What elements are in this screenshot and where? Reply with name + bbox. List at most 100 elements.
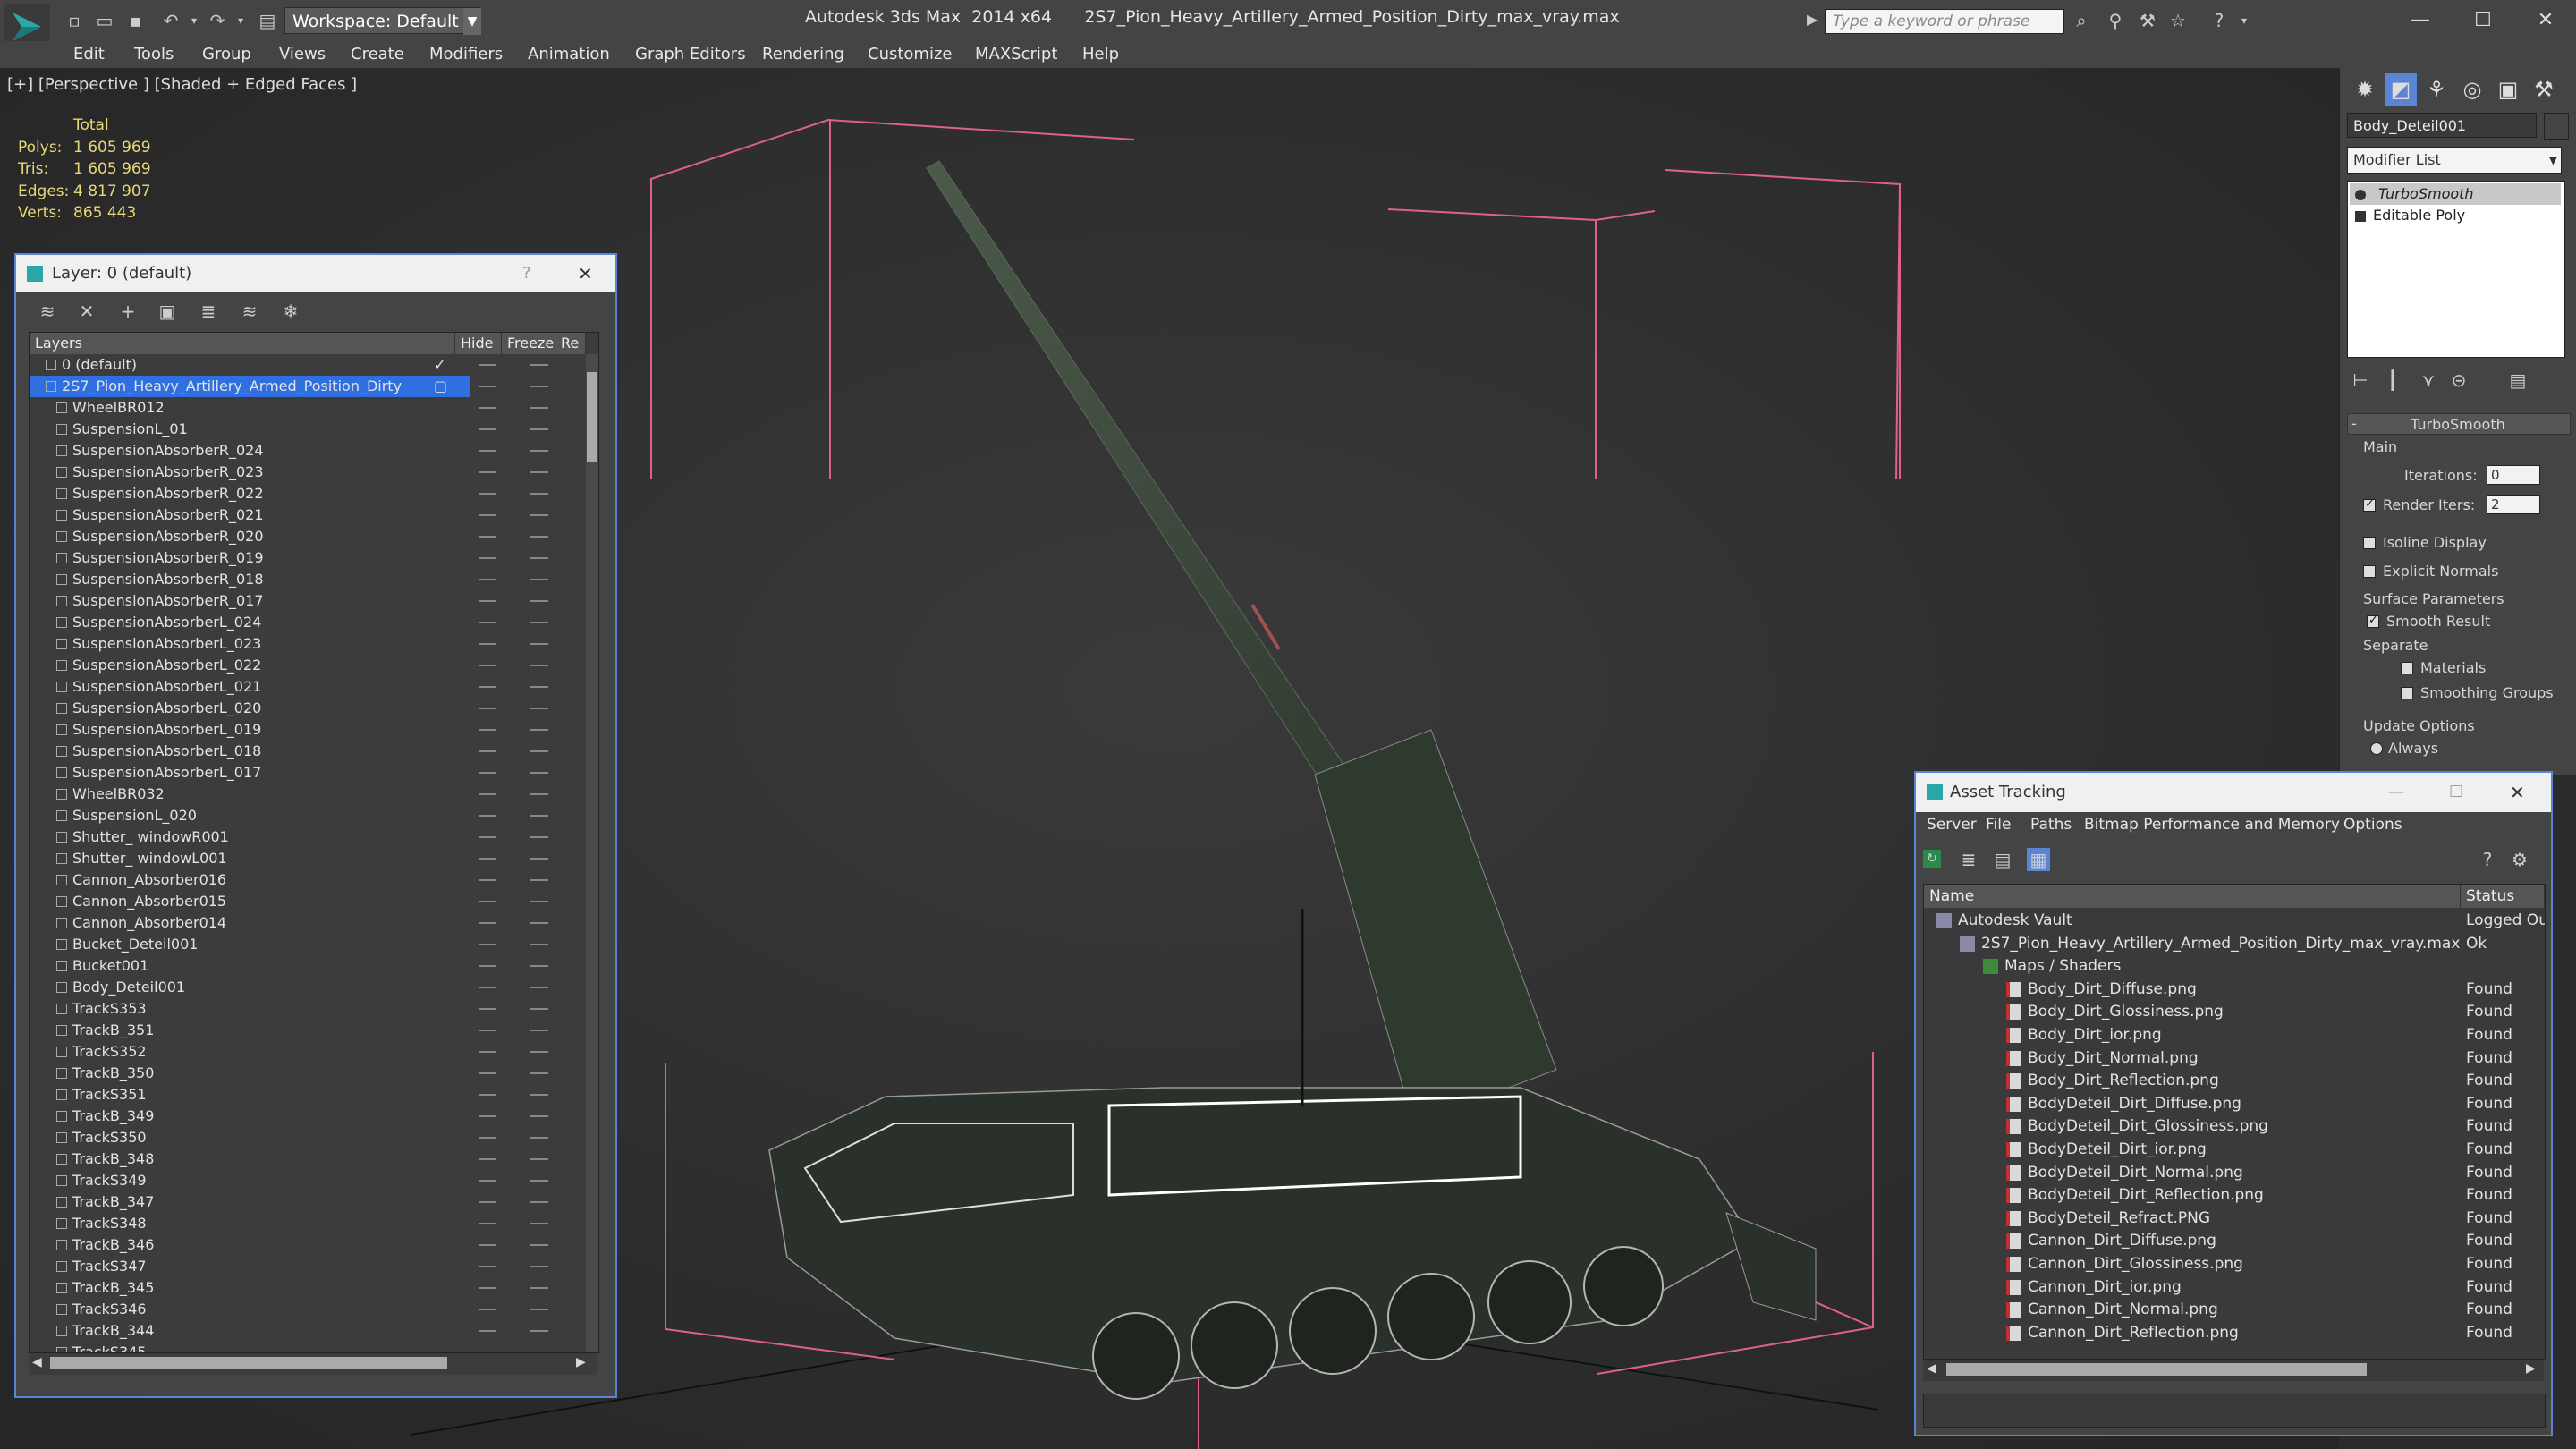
current-layer-toggle-icon[interactable]: ▢ bbox=[434, 376, 447, 397]
scroll-thumb[interactable] bbox=[1946, 1363, 2367, 1376]
search-input[interactable]: Type a keyword or phrase bbox=[1825, 9, 2064, 34]
freeze-toggle[interactable] bbox=[530, 772, 548, 774]
freeze-toggle[interactable] bbox=[530, 944, 548, 945]
hide-toggle[interactable] bbox=[479, 708, 496, 709]
layer-row[interactable]: SuspensionL_020 bbox=[30, 805, 566, 826]
asset-menu-paths[interactable]: Paths bbox=[2030, 816, 2072, 834]
freeze-toggle[interactable] bbox=[530, 1094, 548, 1096]
freeze-toggle[interactable] bbox=[530, 386, 548, 387]
freeze-toggle[interactable] bbox=[530, 600, 548, 602]
hide-toggle[interactable] bbox=[479, 772, 496, 774]
freeze-toggle[interactable] bbox=[530, 1223, 548, 1224]
freeze-toggle[interactable] bbox=[530, 901, 548, 902]
table-view-icon[interactable]: ▦ bbox=[2027, 848, 2050, 871]
hide-toggle[interactable] bbox=[479, 901, 496, 902]
freeze-toggle[interactable] bbox=[530, 1072, 548, 1074]
hide-toggle[interactable] bbox=[479, 493, 496, 495]
undo-dropdown-icon[interactable]: ▾ bbox=[184, 11, 204, 30]
hierarchy-tab-icon[interactable]: ⚘ bbox=[2420, 73, 2453, 106]
close-icon[interactable]: ✕ bbox=[578, 255, 593, 292]
menu-help[interactable]: Help bbox=[1082, 41, 1119, 68]
freeze-toggle[interactable] bbox=[530, 1115, 548, 1117]
menu-maxscript[interactable]: MAXScript bbox=[975, 41, 1057, 68]
asset-row[interactable]: BodyDeteil_Dirt_Diffuse.png Found bbox=[1924, 1093, 2545, 1116]
smoothing-groups-checkbox[interactable] bbox=[2401, 687, 2413, 699]
freeze-toggle[interactable] bbox=[530, 1180, 548, 1182]
favorites-icon[interactable]: ☆ bbox=[2168, 11, 2188, 30]
hide-toggle[interactable] bbox=[479, 922, 496, 924]
hide-toggle[interactable] bbox=[479, 729, 496, 731]
hide-toggle[interactable] bbox=[479, 450, 496, 452]
asset-row[interactable]: BodyDeteil_Dirt_Normal.png Found bbox=[1924, 1162, 2545, 1185]
menu-views[interactable]: Views bbox=[279, 41, 326, 68]
layer-row[interactable]: SuspensionAbsorberR_018 bbox=[30, 569, 566, 590]
layer-row[interactable]: SuspensionAbsorberR_019 bbox=[30, 547, 566, 569]
freeze-toggle[interactable] bbox=[530, 514, 548, 516]
close-icon[interactable]: ✕ bbox=[2510, 773, 2525, 812]
layer-row[interactable]: Bucket_Deteil001 bbox=[30, 934, 566, 955]
freeze-toggle[interactable] bbox=[530, 1244, 548, 1246]
freeze-toggle[interactable] bbox=[530, 1309, 548, 1310]
select-objects-icon[interactable]: ▣ bbox=[156, 300, 179, 323]
asset-row[interactable]: Cannon_Dirt_Glossiness.png Found bbox=[1924, 1253, 2545, 1276]
show-end-result-icon[interactable]: ┃ bbox=[2379, 367, 2406, 394]
layer-row[interactable]: TrackS345 bbox=[30, 1342, 566, 1352]
hide-toggle[interactable] bbox=[479, 1330, 496, 1332]
hide-toggle[interactable] bbox=[479, 1051, 496, 1053]
asset-menu-options[interactable]: Options bbox=[2343, 816, 2402, 834]
freeze-toggle[interactable] bbox=[530, 1158, 548, 1160]
freeze-toggle[interactable] bbox=[530, 836, 548, 838]
hide-toggle[interactable] bbox=[479, 579, 496, 580]
bulb-icon[interactable] bbox=[2355, 189, 2366, 200]
menu-create[interactable]: Create bbox=[351, 41, 404, 68]
help-button[interactable]: ? bbox=[522, 255, 531, 292]
column-current[interactable] bbox=[428, 333, 455, 354]
hide-toggle[interactable] bbox=[479, 407, 496, 409]
freeze-toggle[interactable] bbox=[530, 879, 548, 881]
freeze-toggle[interactable] bbox=[530, 987, 548, 988]
create-tab-icon[interactable]: ✹ bbox=[2349, 73, 2381, 106]
layer-row[interactable]: TrackB_351 bbox=[30, 1020, 566, 1041]
modifier-stack[interactable]: TurboSmooth Editable Poly bbox=[2347, 181, 2565, 358]
layer-vertical-scrollbar[interactable] bbox=[586, 354, 598, 1352]
asset-row[interactable]: Body_Dirt_ior.png Found bbox=[1924, 1024, 2545, 1047]
explicit-normals-checkbox[interactable] bbox=[2363, 565, 2376, 578]
chevron-down-icon[interactable]: ▼ bbox=[463, 8, 481, 35]
asset-menu-file[interactable]: File bbox=[1986, 816, 2011, 834]
freeze-toggle[interactable] bbox=[530, 750, 548, 752]
freeze-toggle[interactable] bbox=[530, 450, 548, 452]
hide-toggle[interactable] bbox=[479, 1030, 496, 1031]
layer-row[interactable]: SuspensionAbsorberL_020 bbox=[30, 698, 566, 719]
freeze-toggle[interactable] bbox=[530, 858, 548, 860]
freeze-toggle[interactable] bbox=[530, 965, 548, 967]
binoculars-icon[interactable]: ⌕ bbox=[2072, 11, 2091, 30]
freeze-toggle[interactable] bbox=[530, 1030, 548, 1031]
menu-tools[interactable]: Tools bbox=[134, 41, 174, 68]
iterations-spinner[interactable]: 0 bbox=[2487, 465, 2540, 485]
asset-row[interactable]: Cannon_Dirt_ior.png Found bbox=[1924, 1276, 2545, 1300]
menu-edit[interactable]: Edit bbox=[73, 41, 105, 68]
redo-dropdown-icon[interactable]: ▾ bbox=[231, 11, 250, 30]
asset-menu-bitmap-performance[interactable]: Bitmap Performance and Memory bbox=[2084, 816, 2340, 834]
make-unique-icon[interactable]: ⋎ bbox=[2415, 367, 2442, 394]
hide-toggle[interactable] bbox=[479, 879, 496, 881]
freeze-toggle[interactable] bbox=[530, 493, 548, 495]
asset-row[interactable]: BodyDeteil_Dirt_Glossiness.png Found bbox=[1924, 1115, 2545, 1139]
object-name-field[interactable]: Body_Deteil001 bbox=[2347, 113, 2537, 138]
render-iters-checkbox[interactable]: ✓ bbox=[2363, 497, 2376, 512]
hide-toggle[interactable] bbox=[479, 987, 496, 988]
modify-tab-icon[interactable]: ◩ bbox=[2385, 73, 2417, 106]
menu-rendering[interactable]: Rendering bbox=[762, 41, 844, 68]
smooth-result-checkbox[interactable]: ✓ bbox=[2367, 614, 2379, 628]
delete-layer-icon[interactable]: ✕ bbox=[75, 300, 98, 323]
help-icon[interactable]: ? bbox=[2209, 11, 2229, 30]
asset-row[interactable]: Cannon_Dirt_Normal.png Found bbox=[1924, 1299, 2545, 1322]
asset-row[interactable]: Body_Dirt_Glossiness.png Found bbox=[1924, 1001, 2545, 1024]
menu-animation[interactable]: Animation bbox=[528, 41, 610, 68]
hide-toggle[interactable] bbox=[479, 1008, 496, 1010]
freeze-toggle[interactable] bbox=[530, 471, 548, 473]
layer-row[interactable]: 2S7_Pion_Heavy_Artillery_Armed_Position_… bbox=[30, 376, 548, 397]
asset-menu-server[interactable]: Server bbox=[1927, 816, 1977, 834]
layer-row[interactable]: SuspensionAbsorberL_017 bbox=[30, 762, 566, 784]
layer-row[interactable]: SuspensionAbsorberL_023 bbox=[30, 633, 566, 655]
